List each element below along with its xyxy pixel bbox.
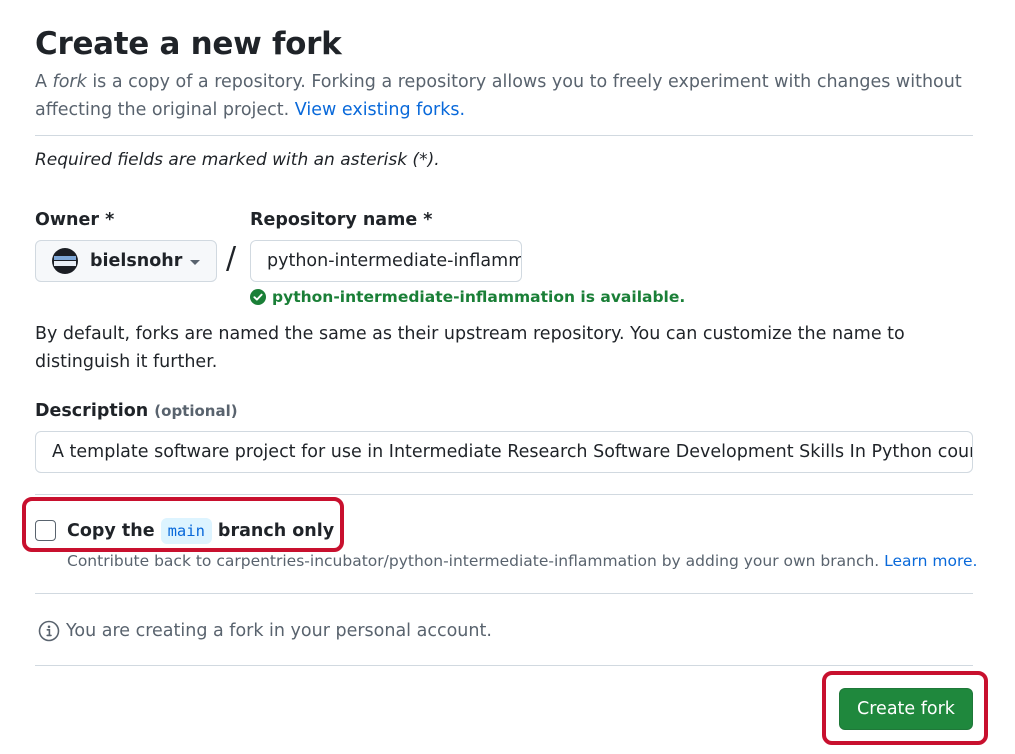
copy-main-branch-checkbox[interactable] <box>35 520 56 541</box>
caret-down-icon <box>190 260 200 265</box>
owner-select-button[interactable]: bielsnohr <box>35 240 217 282</box>
info-text: You are creating a fork in your personal… <box>66 621 492 641</box>
view-existing-forks-link[interactable]: View existing forks. <box>295 100 465 120</box>
copy-branch-label-before: Copy the <box>67 521 155 541</box>
info-icon <box>38 620 60 642</box>
owner-avatar <box>52 248 78 274</box>
intro-fork-word: fork <box>52 72 87 92</box>
availability-message: python-intermediate-inflammation is avai… <box>250 288 685 306</box>
repository-name-input[interactable]: python-intermediate-inflammation <box>250 240 522 282</box>
owner-name: bielsnohr <box>90 251 183 271</box>
description-label-text: Description <box>35 401 149 421</box>
availability-text: python-intermediate-inflammation is avai… <box>272 288 686 306</box>
copy-branch-label-after: branch only <box>217 521 335 541</box>
copy-branch-help: Contribute back to carpentries-incubator… <box>67 550 977 572</box>
intro-text: A fork is a copy of a repository. Forkin… <box>35 68 975 124</box>
optional-hint: (optional) <box>154 402 238 420</box>
divider <box>35 494 973 495</box>
divider <box>35 593 973 594</box>
check-circle-fill-icon <box>250 289 266 305</box>
copy-branch-help-text: Contribute back to carpentries-incubator… <box>67 552 885 570</box>
description-input[interactable]: A template software project for use in I… <box>35 431 973 473</box>
personal-account-info: You are creating a fork in your personal… <box>38 618 492 644</box>
divider <box>35 665 973 666</box>
create-fork-button[interactable]: Create fork <box>839 688 973 730</box>
required-fields-note: Required fields are marked with an aster… <box>35 150 440 170</box>
description-label: Description (optional) <box>35 399 238 423</box>
owner-repo-separator: / <box>226 241 237 276</box>
default-name-note: By default, forks are named the same as … <box>35 324 905 372</box>
branch-name-code: main <box>160 518 212 544</box>
page-title: Create a new fork <box>35 26 342 62</box>
owner-label: Owner * <box>35 210 115 230</box>
intro-prefix: A <box>35 72 53 92</box>
copy-branch-label[interactable]: Copy the main branch only <box>67 518 334 544</box>
create-fork-page: Create a new fork A fork is a copy of a … <box>0 0 1015 754</box>
divider <box>35 135 973 136</box>
learn-more-link[interactable]: Learn more. <box>884 552 977 570</box>
intro-body: is a copy of a repository. Forking a rep… <box>35 72 962 120</box>
repository-name-label: Repository name * <box>250 210 433 230</box>
